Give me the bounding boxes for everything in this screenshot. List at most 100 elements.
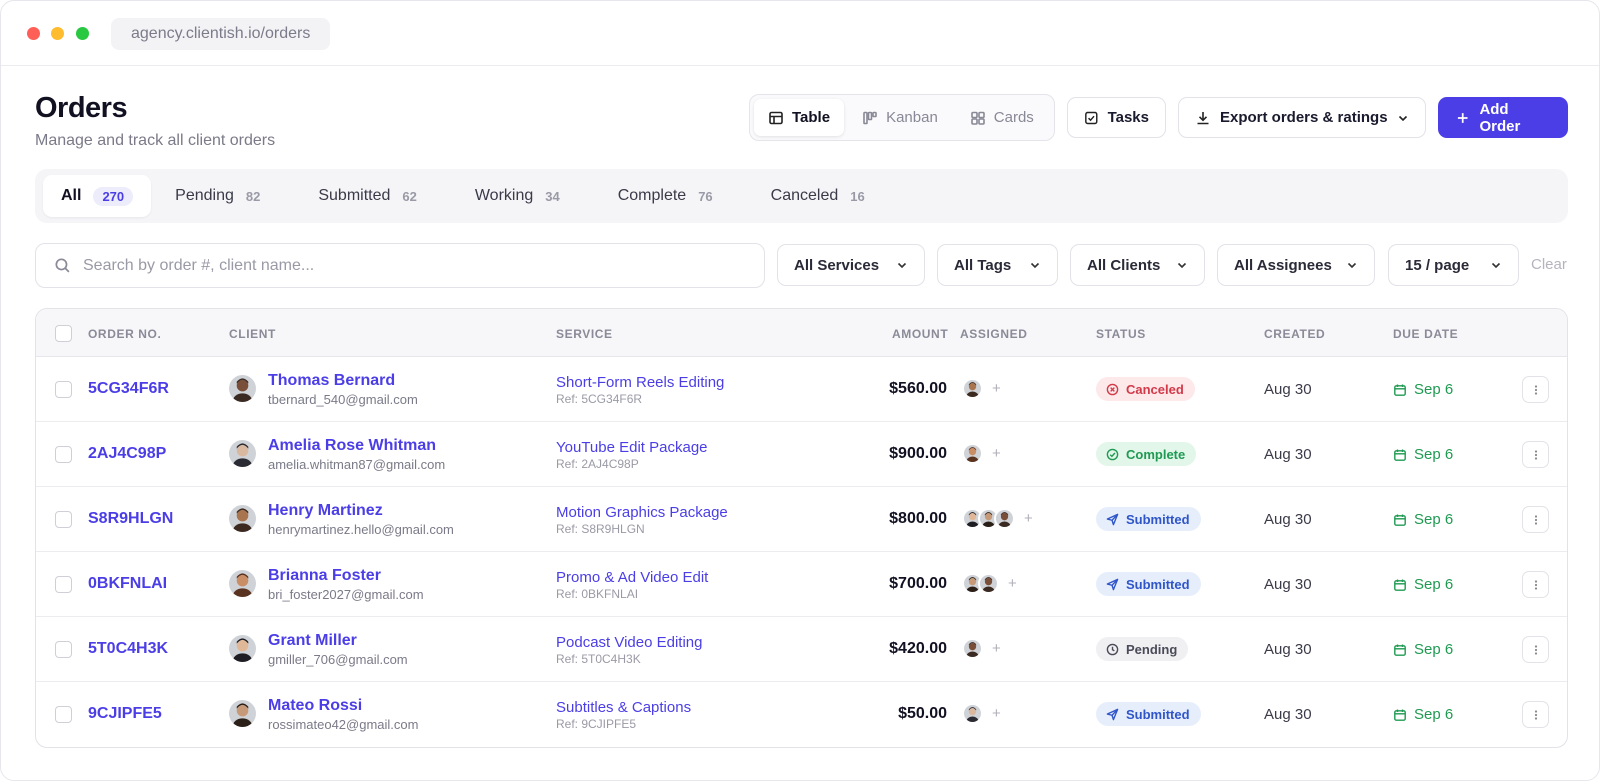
- tab-all[interactable]: All 270: [43, 175, 152, 217]
- row-checkbox[interactable]: [55, 511, 72, 528]
- table-row[interactable]: 5T0C4H3K Grant Miller gmiller_706@gmail.co…: [36, 617, 1567, 682]
- client-avatar: [229, 635, 256, 662]
- add-assignee-button[interactable]: +: [1024, 510, 1033, 527]
- due-date-label: Sep 6: [1414, 446, 1454, 463]
- services-filter-dropdown[interactable]: All Services: [777, 244, 925, 286]
- tab-complete[interactable]: Complete 76: [600, 175, 731, 217]
- table-row[interactable]: 2AJ4C98P Amelia Rose Whitman amelia.whitma…: [36, 422, 1567, 487]
- add-order-button[interactable]: Add Order: [1438, 97, 1568, 138]
- clients-filter-dropdown[interactable]: All Clients: [1070, 244, 1205, 286]
- maximize-window-button[interactable]: [76, 27, 89, 40]
- order-number-link[interactable]: 5CG34F6R: [88, 380, 169, 398]
- add-assignee-button[interactable]: +: [1008, 575, 1017, 592]
- chevron-down-icon: [1398, 115, 1408, 121]
- page-size-dropdown[interactable]: 15 / page: [1388, 244, 1519, 286]
- tab-canceled[interactable]: Canceled 16: [753, 175, 883, 217]
- status-badge: Submitted: [1096, 507, 1201, 531]
- client-avatar: [229, 570, 256, 597]
- assignee-avatar[interactable]: [994, 508, 1015, 529]
- client-email: rossimateo42@gmail.com: [268, 717, 419, 732]
- status-label: Submitted: [1126, 706, 1190, 722]
- status-label: Pending: [1126, 641, 1178, 657]
- service-link[interactable]: YouTube Edit Package: [556, 439, 708, 456]
- assignees: +: [962, 638, 1001, 659]
- search-input[interactable]: [83, 256, 683, 275]
- table-row[interactable]: 5CG34F6R Thomas Bernard tbernard_540@gmail…: [36, 357, 1567, 422]
- tab-label: Canceled: [770, 187, 839, 204]
- tasks-button[interactable]: Tasks: [1067, 97, 1166, 138]
- table-row[interactable]: 0BKFNLAI Brianna Foster bri_foster2027@gma…: [36, 552, 1567, 617]
- client-name-link[interactable]: Grant Miller: [268, 632, 357, 650]
- tab-working[interactable]: Working 34: [457, 175, 578, 217]
- status-badge: Pending: [1096, 637, 1189, 661]
- tab-count: 82: [245, 188, 261, 204]
- service-link[interactable]: Short-Form Reels Editing: [556, 374, 724, 391]
- title-bar: agency.clientish.io/orders: [1, 1, 1599, 66]
- address-bar[interactable]: agency.clientish.io/orders: [111, 18, 331, 50]
- row-actions-button[interactable]: [1522, 571, 1549, 598]
- client-name-link[interactable]: Mateo Rossi: [268, 697, 362, 715]
- created-date: Aug 30: [1264, 446, 1312, 463]
- close-window-button[interactable]: [27, 27, 40, 40]
- order-number-link[interactable]: 2AJ4C98P: [88, 445, 166, 463]
- client-name-link[interactable]: Amelia Rose Whitman: [268, 437, 436, 455]
- add-assignee-button[interactable]: +: [992, 705, 1001, 722]
- view-table-button[interactable]: Table: [754, 99, 845, 136]
- add-assignee-button[interactable]: +: [992, 640, 1001, 657]
- select-all-checkbox[interactable]: [55, 325, 72, 342]
- dropdown-value: All Clients: [1087, 256, 1161, 274]
- client-email: henrymartinez.hello@gmail.com: [268, 522, 454, 537]
- assignee-avatar[interactable]: [962, 443, 983, 464]
- row-checkbox[interactable]: [55, 576, 72, 593]
- table-row[interactable]: S8R9HLGN Henry Martinez henrymartinez.hell…: [36, 487, 1567, 552]
- add-assignee-button[interactable]: +: [992, 380, 1001, 397]
- row-actions-button[interactable]: [1522, 376, 1549, 403]
- chevron-down-icon: [1177, 262, 1187, 269]
- export-button[interactable]: Export orders & ratings: [1178, 97, 1426, 138]
- assignee-avatar[interactable]: [962, 703, 983, 724]
- service-link[interactable]: Motion Graphics Package: [556, 504, 728, 521]
- order-number-link[interactable]: S8R9HLGN: [88, 510, 173, 528]
- client-name-link[interactable]: Henry Martinez: [268, 502, 383, 520]
- service-link[interactable]: Promo & Ad Video Edit: [556, 569, 708, 586]
- row-checkbox[interactable]: [55, 706, 72, 723]
- order-number-link[interactable]: 5T0C4H3K: [88, 640, 168, 658]
- assignee-avatar[interactable]: [962, 638, 983, 659]
- service-link[interactable]: Podcast Video Editing: [556, 634, 703, 651]
- service-link[interactable]: Subtitles & Captions: [556, 699, 691, 716]
- clear-filters-button[interactable]: Clear: [1531, 256, 1567, 273]
- add-assignee-button[interactable]: +: [992, 445, 1001, 462]
- assignee-avatar[interactable]: [962, 378, 983, 399]
- order-number-link[interactable]: 0BKFNLAI: [88, 575, 167, 593]
- tab-pending[interactable]: Pending 82: [157, 175, 278, 217]
- row-actions-button[interactable]: [1522, 441, 1549, 468]
- row-actions-button[interactable]: [1522, 701, 1549, 728]
- due-date: Sep 6: [1393, 706, 1453, 723]
- order-number-link[interactable]: 9CJIPFE5: [88, 705, 162, 723]
- minimize-window-button[interactable]: [51, 27, 64, 40]
- status-badge: Submitted: [1096, 572, 1201, 596]
- service-ref: Ref: S8R9HLGN: [556, 522, 645, 536]
- view-cards-button[interactable]: Cards: [956, 99, 1048, 136]
- table-row[interactable]: 9CJIPFE5 Mateo Rossi rossimateo42@gmail.co…: [36, 682, 1567, 747]
- assignees: +: [962, 703, 1001, 724]
- row-checkbox[interactable]: [55, 641, 72, 658]
- view-kanban-button[interactable]: Kanban: [848, 99, 952, 136]
- client-avatar: [229, 505, 256, 532]
- column-header-client: CLIENT: [229, 327, 276, 341]
- tags-filter-dropdown[interactable]: All Tags: [937, 244, 1058, 286]
- client-name-link[interactable]: Brianna Foster: [268, 567, 381, 585]
- row-actions-button[interactable]: [1522, 636, 1549, 663]
- assignees-filter-dropdown[interactable]: All Assignees: [1217, 244, 1375, 286]
- client-name-link[interactable]: Thomas Bernard: [268, 372, 395, 390]
- client-email: tbernard_540@gmail.com: [268, 392, 418, 407]
- row-actions-button[interactable]: [1522, 506, 1549, 533]
- tab-submitted[interactable]: Submitted 62: [300, 175, 435, 217]
- service-ref: Ref: 2AJ4C98P: [556, 457, 639, 471]
- calendar-icon: [1394, 384, 1406, 396]
- assignee-avatar[interactable]: [978, 573, 999, 594]
- column-header-service: SERVICE: [556, 327, 613, 341]
- row-checkbox[interactable]: [55, 381, 72, 398]
- row-checkbox[interactable]: [55, 446, 72, 463]
- search-box: [35, 243, 765, 288]
